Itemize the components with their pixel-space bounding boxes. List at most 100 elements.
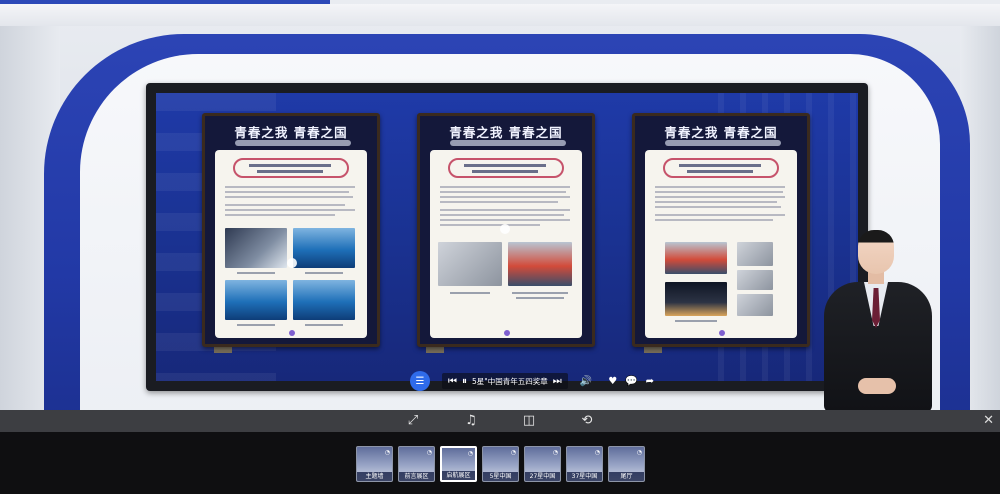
scene-thumb-5[interactable]: ◔ 27星中国 [524, 446, 561, 482]
poster-title: 青春之我 青春之国 [449, 125, 563, 140]
audio-guide-controls: ☰ ⏮ ⏸ 5星"中国青年五四奖章 ⏭ 🔊 ♥ 💬 ➦ [410, 371, 660, 391]
pause-icon[interactable]: ⏸ [462, 371, 467, 391]
text-line [655, 186, 785, 188]
text-line [225, 204, 345, 206]
poster-headline-pill [448, 158, 564, 178]
scene-thumb-4[interactable]: ◔ 5星中国 [482, 446, 519, 482]
virtual-host-avatar [818, 226, 938, 410]
page-marker-icon [719, 330, 725, 336]
poster-photo [438, 242, 502, 286]
text-line [225, 191, 349, 193]
list-icon[interactable]: ☰ [410, 371, 430, 391]
comment-icon[interactable]: 💬 [625, 371, 637, 391]
text-line [440, 191, 566, 193]
text-line [440, 196, 570, 198]
ceiling [0, 4, 1000, 26]
scene-marker-icon: ◔ [552, 449, 558, 456]
scene-label: 主题墙 [357, 472, 392, 481]
text-line [440, 219, 570, 221]
text-line [440, 209, 570, 211]
caption-line [675, 320, 717, 322]
skip-previous-icon[interactable]: ⏮ [448, 371, 457, 391]
text-line [225, 209, 355, 211]
host-hands [858, 378, 896, 394]
scene-marker-icon: ◔ [426, 449, 432, 456]
poster-photo [737, 242, 773, 266]
track-title: 5星"中国青年五四奖章 [472, 376, 548, 386]
text-line [655, 196, 785, 198]
poster-photo [293, 280, 355, 320]
display-frame: 青春之我 青春之国 青春之我 青春之国 青春之我 青春之国 [146, 83, 868, 391]
poster-photo [737, 294, 773, 316]
text-line [225, 196, 353, 198]
poster-sheet [430, 150, 582, 338]
scene-thumb-1[interactable]: ◔ 主题墙 [356, 446, 393, 482]
text-line [655, 219, 773, 221]
poster-photo [665, 282, 727, 316]
scene-label: 27星中国 [525, 472, 560, 481]
viewer-toolbar: ⤢ ♫ ◫ ⟲ ✕ [0, 410, 1000, 432]
host-head [858, 230, 894, 274]
text-line [655, 201, 777, 203]
vr-icon[interactable]: ◫ [520, 410, 538, 432]
text-line [440, 224, 540, 226]
hotspot-icon[interactable] [287, 258, 297, 268]
page-marker-icon [289, 330, 295, 336]
page-marker-icon [504, 330, 510, 336]
close-icon[interactable]: ✕ [983, 410, 994, 432]
music-icon[interactable]: ♫ [462, 410, 480, 432]
exhibit-poster-2[interactable]: 青春之我 青春之国 [417, 113, 595, 347]
text-line [440, 186, 570, 188]
text-line [225, 214, 335, 216]
text-line [655, 214, 785, 216]
scene-label: 37星中国 [567, 472, 602, 481]
poster-subtitle-bar [450, 140, 566, 146]
scene-label: 5星中国 [483, 472, 518, 481]
audio-track-pill: ⏮ ⏸ 5星"中国青年五四奖章 ⏭ [442, 373, 568, 389]
share-icon[interactable]: ➦ [646, 371, 654, 391]
skip-next-icon[interactable]: ⏭ [553, 371, 562, 391]
scene-thumb-2[interactable]: ◔ 前言展区 [398, 446, 435, 482]
text-line [440, 214, 564, 216]
caption-line [516, 297, 564, 299]
scene-thumb-3[interactable]: ◔ 启航展区 [440, 446, 477, 482]
poster-photo [225, 228, 287, 268]
caption-line [305, 324, 343, 326]
scene-label: 尾厅 [609, 472, 644, 481]
scene-marker-icon: ◔ [510, 449, 516, 456]
scene-thumb-6[interactable]: ◔ 37星中国 [566, 446, 603, 482]
poster-headline-pill [663, 158, 779, 178]
poster-photo [293, 228, 355, 268]
scene-marker-icon: ◔ [467, 450, 473, 457]
poster-photo [737, 270, 773, 290]
poster-photo [665, 242, 727, 274]
scene-list: ◔ 主题墙 ◔ 前言展区 ◔ 启航展区 ◔ 5星中国 ◔ 27星中国 ◔ 37星中国 ◔ 尾厅 [356, 446, 645, 482]
exhibit-poster-1[interactable]: 青春之我 青春之国 [202, 113, 380, 347]
text-line [225, 186, 355, 188]
poster-title: 青春之我 青春之国 [234, 125, 348, 140]
scene-label: 前言展区 [399, 472, 434, 481]
caption-line [450, 292, 490, 294]
scene-thumbnail-strip: ◔ 主题墙 ◔ 前言展区 ◔ 启航展区 ◔ 5星中国 ◔ 27星中国 ◔ 37星中国 ◔ 尾厅 [0, 432, 1000, 494]
virtual-exhibition-scene[interactable]: 青春之我 青春之国 青春之我 青春之国 青春之我 青春之国 ☰ ⏮ ⏸ 5星"中… [0, 0, 1000, 410]
scene-label: 启航展区 [442, 471, 475, 480]
display-backdrop: 青春之我 青春之国 青春之我 青春之国 青春之我 青春之国 [156, 93, 858, 381]
text-line [655, 191, 783, 193]
hotspot-icon[interactable] [500, 224, 510, 234]
scene-thumb-7[interactable]: ◔ 尾厅 [608, 446, 645, 482]
text-line [440, 201, 558, 203]
poster-subtitle-bar [665, 140, 781, 146]
poster-photo [508, 242, 572, 286]
volume-icon[interactable]: 🔊 [580, 371, 592, 391]
poster-title: 青春之我 青春之国 [664, 125, 778, 140]
heart-icon[interactable]: ♥ [608, 371, 617, 391]
scene-marker-icon: ◔ [384, 449, 390, 456]
caption-line [237, 324, 275, 326]
gyroscope-icon[interactable]: ⟲ [578, 410, 596, 432]
caption-line [512, 292, 568, 294]
poster-sheet [645, 150, 797, 338]
scene-marker-icon: ◔ [636, 449, 642, 456]
exhibit-poster-3[interactable]: 青春之我 青春之国 [632, 113, 810, 347]
poster-photo [225, 280, 287, 320]
fullscreen-icon[interactable]: ⤢ [404, 410, 422, 432]
